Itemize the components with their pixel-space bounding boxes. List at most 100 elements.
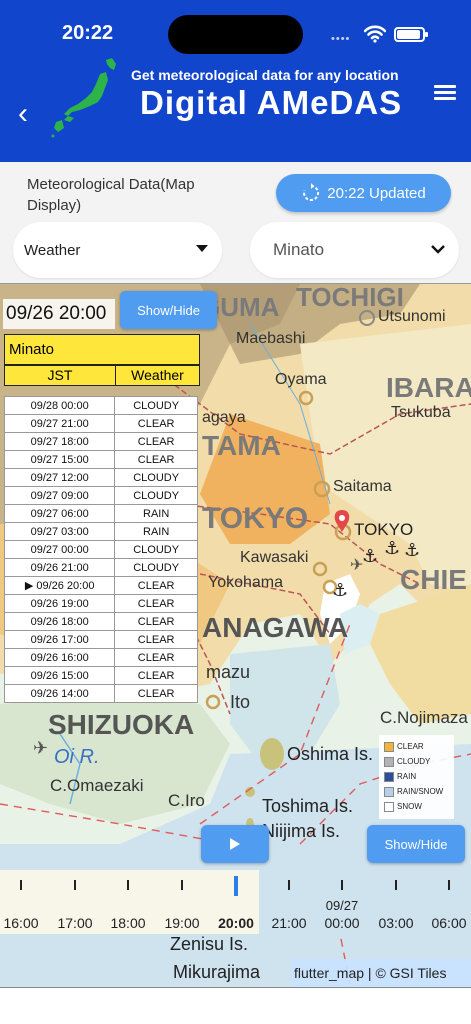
row-weather: CLEAR [114, 432, 198, 451]
row-time: 09/26 18:00 [3, 612, 116, 631]
refresh-icon [303, 183, 320, 201]
location-select[interactable]: Minato [250, 222, 459, 278]
row-time-text: 09/27 06:00 [30, 507, 89, 520]
map-label-zenisu: Zenisu Is. [170, 934, 249, 954]
timeline-label[interactable]: 20:00 [218, 915, 254, 931]
legend-item: RAIN [384, 769, 449, 784]
table-row[interactable]: 09/27 09:00 CLOUDY [3, 486, 198, 505]
timeline-label[interactable]: 16:00 [3, 915, 38, 931]
timeline-label[interactable]: 06:00 [431, 915, 466, 931]
table-row[interactable]: 09/26 16:00 CLEAR [3, 648, 198, 667]
timeline-tick [127, 880, 129, 890]
current-row-marker: ▶ [24, 580, 37, 592]
table-row[interactable]: 09/26 17:00 CLEAR [3, 630, 198, 649]
location-select-value: Minato [273, 240, 325, 259]
row-time-text: 09/27 12:00 [30, 471, 89, 484]
row-time: 09/27 00:00 [3, 540, 116, 559]
back-button[interactable]: ‹ [18, 99, 46, 130]
legend-label: RAIN/SNOW [397, 787, 444, 796]
section-label: Meteorological Data(Map Display) [27, 176, 195, 214]
hamburger-menu-icon[interactable] [434, 85, 456, 101]
row-weather: RAIN [114, 504, 198, 523]
map-label-toshima: Toshima Is. [262, 796, 354, 816]
timeline-tick [20, 880, 22, 890]
row-time-text: 09/28 00:00 [30, 399, 89, 412]
timeline-label[interactable]: 19:00 [164, 915, 199, 931]
refresh-button[interactable]: 20:22 Updated [276, 174, 451, 212]
row-weather: CLEAR [114, 684, 198, 703]
play-icon [230, 838, 240, 850]
row-weather: CLEAR [114, 414, 198, 433]
table-row[interactable]: 09/26 15:00 CLEAR [3, 666, 198, 685]
map-label-maebashi: Maebashi [236, 330, 306, 347]
show-hide-table-button[interactable]: Show/Hide [120, 291, 217, 329]
row-time: 09/27 06:00 [3, 504, 116, 523]
table-row[interactable]: 09/26 18:00 CLEAR [3, 612, 198, 631]
timeline-tick [395, 880, 397, 890]
timeline-label[interactable]: 03:00 [378, 915, 413, 931]
table-row[interactable]: 09/26 19:00 CLEAR [3, 594, 198, 613]
weather-history-table: 09/28 00:00 CLOUDY 09/27 21:00 CLEAR 09/27 1… [3, 396, 198, 703]
camera-notch [168, 15, 303, 54]
timeline-tick [341, 880, 343, 890]
legend-swatch [384, 786, 394, 797]
row-time: 09/28 00:00 [3, 396, 116, 415]
row-weather: CLOUDY [114, 486, 198, 505]
map-label-oyama: Oyama [275, 371, 327, 388]
table-row[interactable]: 09/26 14:00 CLEAR [3, 684, 198, 703]
row-time-text: 09/26 19:00 [30, 597, 89, 610]
row-time-text: 09/27 15:00 [30, 453, 89, 466]
element-select[interactable]: Weather [13, 222, 222, 278]
map-label-c-nojimazaki: C.Nojimaza [380, 708, 468, 727]
table-row[interactable]: 09/28 00:00 CLOUDY [3, 396, 198, 415]
timeline-label[interactable]: 17:00 [57, 915, 92, 931]
timeline-label[interactable]: 21:00 [271, 915, 306, 931]
show-hide-timeline-button[interactable]: Show/Hide [367, 825, 465, 863]
timeline-slider[interactable]: 09/27 16:00 17:00 18:00 19:00 20:00 21:00 00:0… [0, 870, 471, 934]
row-time-text: 09/26 16:00 [30, 651, 89, 664]
row-time: 09/27 21:00 [3, 414, 116, 433]
map-label-chiba: CHIE [400, 564, 467, 595]
timeline-tick [448, 880, 450, 890]
table-row[interactable]: ▶ 09/26 20:00 CLEAR [3, 576, 198, 595]
svg-text:✈: ✈ [33, 738, 48, 759]
svg-text:⚓: ⚓ [332, 580, 348, 601]
table-row[interactable]: 09/27 12:00 CLOUDY [3, 468, 198, 487]
row-time-text: 09/26 14:00 [30, 687, 89, 700]
row-weather: CLOUDY [114, 558, 198, 577]
japan-map-logo [51, 58, 116, 138]
map-label-saitama: Saitama [333, 478, 392, 495]
row-weather: CLOUDY [114, 540, 198, 559]
map-label-ibaraki: IBARA [386, 372, 471, 403]
table-row[interactable]: 09/26 21:00 CLOUDY [3, 558, 198, 577]
timeline-current-handle[interactable] [234, 876, 238, 896]
map-label-oshima: Oshima Is. [287, 744, 374, 764]
legend-swatch [384, 756, 394, 767]
map-view[interactable]: ⚓ ⚓ ⚓ ⚓ ✈ ✈ TOCHIGI Utsunomi GUMA Maebas… [0, 283, 471, 987]
legend-label: CLEAR [397, 742, 424, 751]
column-header-jst: JST [4, 365, 116, 386]
play-button[interactable] [201, 825, 269, 863]
svg-text:⚓: ⚓ [362, 546, 378, 567]
map-label-tokyo: TOKYO [354, 520, 414, 539]
timeline-tick [181, 880, 183, 890]
weather-legend: CLEAR CLOUDY RAIN RAIN/SNOW SNOW [379, 735, 454, 819]
map-attribution[interactable]: flutter_map | © GSI Tiles [291, 959, 471, 987]
row-time-text: 09/26 15:00 [30, 669, 89, 682]
table-row[interactable]: 09/27 18:00 CLEAR [3, 432, 198, 451]
table-row[interactable]: 09/27 00:00 CLOUDY [3, 540, 198, 559]
table-row[interactable]: 09/27 15:00 CLEAR [3, 450, 198, 469]
timeline-label[interactable]: 18:00 [110, 915, 145, 931]
map-datetime: 09/26 20:00 [3, 299, 115, 329]
table-row[interactable]: 09/27 21:00 CLEAR [3, 414, 198, 433]
map-label-utsunomiya: Utsunomi [378, 308, 446, 325]
timeline-date-marker: 09/27 [325, 898, 359, 913]
map-label-yokohama: Yokohama [208, 574, 284, 591]
timeline-label[interactable]: 00:00 [324, 915, 359, 931]
table-row[interactable]: 09/27 03:00 RAIN [3, 522, 198, 541]
table-row[interactable]: 09/27 06:00 RAIN [3, 504, 198, 523]
row-weather: CLEAR [114, 576, 198, 595]
timeline-tick [74, 880, 76, 890]
legend-swatch [384, 801, 394, 812]
row-time-text: 09/27 18:00 [30, 435, 89, 448]
